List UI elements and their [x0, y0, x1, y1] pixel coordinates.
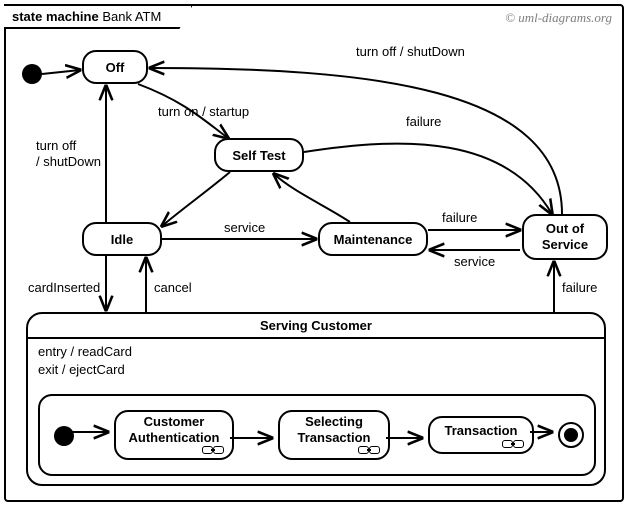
serving-customer-region: Customer Authentication Selecting Transa… — [38, 394, 596, 476]
label-turn-off-shutdown-top: turn off / shutDown — [356, 44, 465, 59]
label-failure-top: failure — [406, 114, 441, 129]
label-failure-mid: failure — [442, 210, 477, 225]
credit-text: © uml-diagrams.org — [505, 10, 612, 26]
composite-icon — [502, 439, 524, 449]
label-service-left: service — [224, 220, 265, 235]
state-idle: Idle — [82, 222, 162, 256]
state-out-of-service: Out of Service — [522, 214, 608, 260]
frame-title-tab: state machine Bank ATM — [4, 4, 193, 29]
composite-icon — [202, 445, 224, 455]
serving-customer-title: Serving Customer — [28, 314, 604, 339]
frame-name: Bank ATM — [102, 9, 161, 24]
label-cancel: cancel — [154, 280, 192, 295]
serving-customer-exit: exit / ejectCard — [38, 361, 604, 379]
frame-keyword: state machine — [12, 9, 99, 24]
label-turn-on-startup: turn on / startup — [158, 104, 249, 119]
label-failure-right: failure — [562, 280, 597, 295]
state-maintenance: Maintenance — [318, 222, 428, 256]
initial-pseudostate — [22, 64, 42, 84]
state-machine-frame: state machine Bank ATM © uml-diagrams.or… — [4, 4, 624, 502]
serving-customer-entry-exit: entry / readCard exit / ejectCard — [28, 339, 604, 384]
serving-final-state — [558, 422, 584, 448]
state-serving-customer: Serving Customer entry / readCard exit /… — [26, 312, 606, 486]
label-card-inserted: cardInserted — [28, 280, 100, 295]
label-service-right: service — [454, 254, 495, 269]
state-self-test: Self Test — [214, 138, 304, 172]
state-off: Off — [82, 50, 148, 84]
state-customer-authentication: Customer Authentication — [114, 410, 234, 460]
state-selecting-transaction: Selecting Transaction — [278, 410, 390, 460]
label-turn-off-shutdown-left: turn off / shutDown — [36, 138, 101, 169]
composite-icon — [358, 445, 380, 455]
serving-initial-pseudostate — [54, 426, 74, 446]
serving-customer-entry: entry / readCard — [38, 343, 604, 361]
state-transaction: Transaction — [428, 416, 534, 454]
